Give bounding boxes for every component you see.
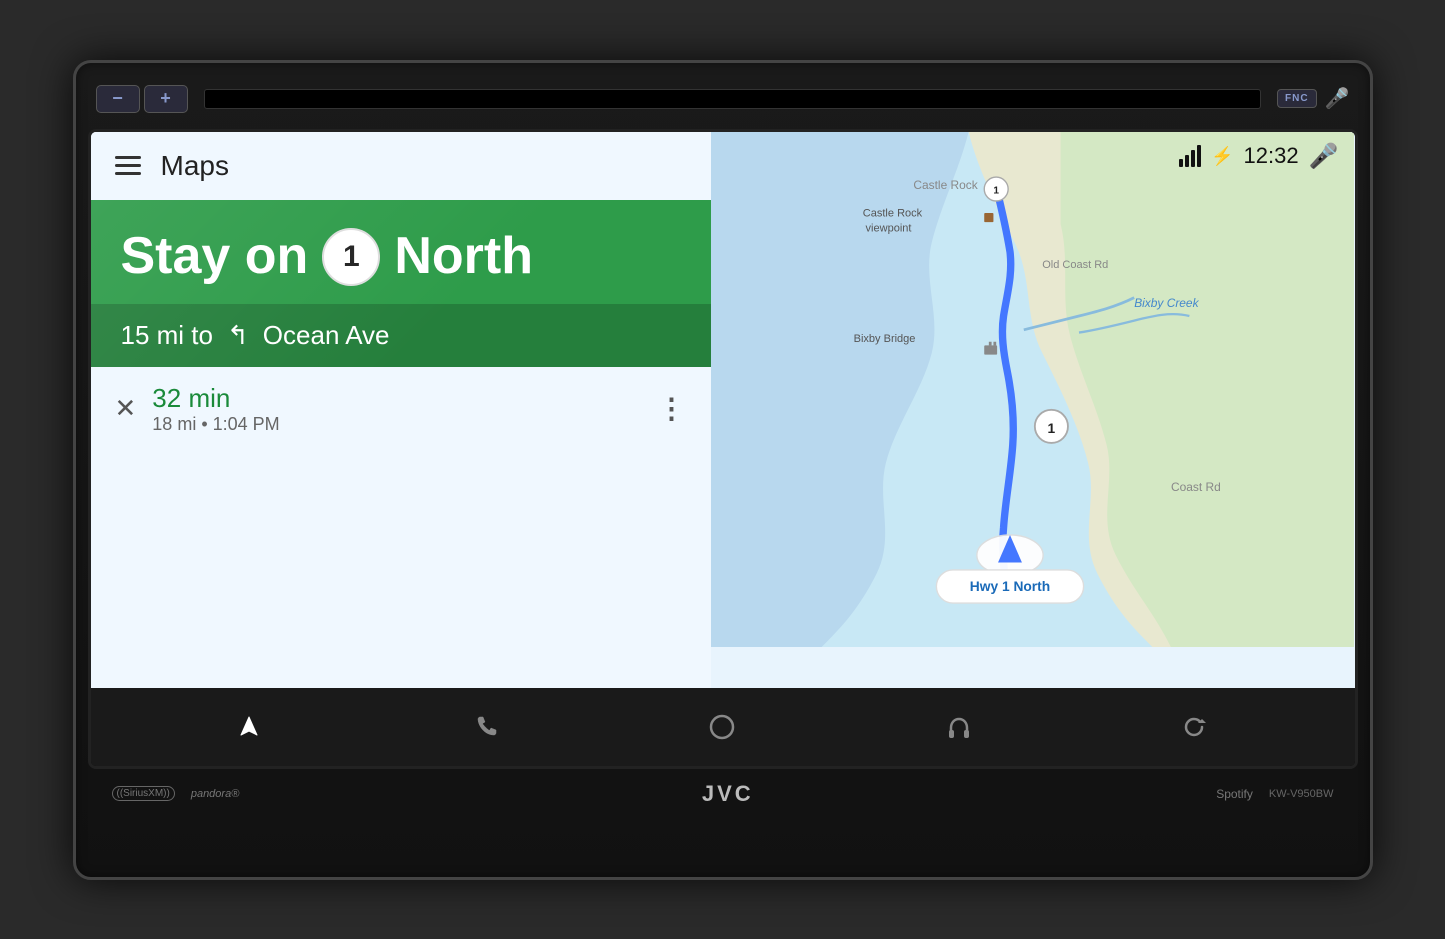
taskbar — [91, 688, 1355, 766]
hardware-top-bar: − + FNC 🎤 — [88, 75, 1358, 123]
instruction-text: Stay on — [121, 228, 309, 285]
eta-arrival: 1:04 PM — [213, 414, 280, 434]
route-number-badge: 1 — [322, 228, 380, 286]
next-turn-distance: 15 mi to — [121, 320, 214, 351]
next-turn-street: Ocean Ave — [263, 320, 390, 351]
model-number: KW-V950BW — [1269, 788, 1334, 800]
screen-bezel: Maps Stay on 1 North 15 mi to ↰ Ocean Av… — [88, 129, 1358, 769]
left-brand-logos: ((SiriusXM)) pandora® — [112, 786, 240, 801]
top-right-controls: FNC 🎤 — [1277, 86, 1349, 111]
direction-line: Stay on 1 North — [121, 228, 681, 286]
menu-button[interactable] — [115, 156, 141, 175]
svg-text:viewpoint: viewpoint — [865, 222, 911, 234]
turn-arrow-icon: ↰ — [227, 320, 249, 351]
android-auto-main: Maps Stay on 1 North 15 mi to ↰ Ocean Av… — [91, 132, 1355, 688]
svg-text:Bixby Bridge: Bixby Bridge — [853, 332, 915, 344]
mic-icon: 🎤 — [1325, 86, 1350, 111]
status-bar: ⚡ 12:32 🎤 — [1179, 142, 1338, 171]
map-svg: Castle Rock Castle Rock viewpoint Old Co… — [711, 132, 1355, 647]
signal-icon — [1179, 145, 1201, 167]
more-options-button[interactable]: ⋮ — [658, 392, 687, 425]
status-mic-icon: 🎤 — [1309, 142, 1339, 171]
navigation-card: Stay on 1 North 15 mi to ↰ Ocean Ave — [91, 200, 711, 367]
pandora-logo: pandora® — [191, 788, 239, 800]
taskbar-navigation-button[interactable] — [224, 702, 274, 752]
eta-time: 32 min — [152, 383, 641, 414]
svg-text:Old Coast Rd: Old Coast Rd — [1042, 259, 1108, 271]
left-panel: Maps Stay on 1 North 15 mi to ↰ Ocean Av… — [91, 132, 711, 688]
taskbar-phone-button[interactable] — [461, 702, 511, 752]
map-panel[interactable]: Castle Rock Castle Rock viewpoint Old Co… — [711, 132, 1355, 688]
unit-bottom-bar: ((SiriusXM)) pandora® JVC Spotify KW-V95… — [88, 769, 1358, 811]
spotify-logo: Spotify — [1216, 787, 1253, 801]
siriusxm-logo: ((SiriusXM)) — [112, 786, 175, 801]
svg-text:Castle Rock: Castle Rock — [913, 178, 977, 192]
eta-distance: 18 mi — [152, 414, 196, 434]
taskbar-home-button[interactable] — [697, 702, 747, 752]
jvc-brand: JVC — [702, 781, 754, 807]
taskbar-back-button[interactable] — [1171, 702, 1221, 752]
volume-controls: − + — [96, 85, 188, 113]
maps-header: Maps — [91, 132, 711, 200]
svg-text:Coast Rd: Coast Rd — [1170, 479, 1220, 493]
direction-text: North — [394, 228, 533, 285]
screen-content: Maps Stay on 1 North 15 mi to ↰ Ocean Av… — [91, 132, 1355, 766]
disc-slot — [204, 89, 1262, 109]
svg-text:Bixby Creek: Bixby Creek — [1134, 295, 1199, 309]
eta-details: 18 mi • 1:04 PM — [152, 414, 641, 435]
volume-up-button[interactable]: + — [144, 85, 188, 113]
svg-text:Hwy 1 North: Hwy 1 North — [969, 579, 1049, 594]
fnc-button[interactable]: FNC — [1277, 89, 1317, 108]
right-brand-logos: Spotify KW-V950BW — [1216, 787, 1333, 801]
taskbar-music-button[interactable] — [934, 702, 984, 752]
car-unit: − + FNC 🎤 Maps — [73, 60, 1373, 880]
volume-down-button[interactable]: − — [96, 85, 140, 113]
eta-info: 32 min 18 mi • 1:04 PM — [152, 383, 641, 435]
battery-icon: ⚡ — [1211, 146, 1233, 167]
time-display: 12:32 — [1244, 143, 1299, 169]
svg-text:1: 1 — [1047, 420, 1055, 435]
maps-title: Maps — [161, 150, 229, 182]
next-turn-info: 15 mi to ↰ Ocean Ave — [91, 304, 711, 367]
svg-text:Castle Rock: Castle Rock — [862, 207, 922, 219]
cancel-navigation-button[interactable]: ✕ — [115, 393, 137, 424]
svg-text:1: 1 — [993, 185, 999, 196]
eta-separator: • — [201, 414, 212, 434]
eta-bar: ✕ 32 min 18 mi • 1:04 PM ⋮ — [91, 367, 711, 451]
